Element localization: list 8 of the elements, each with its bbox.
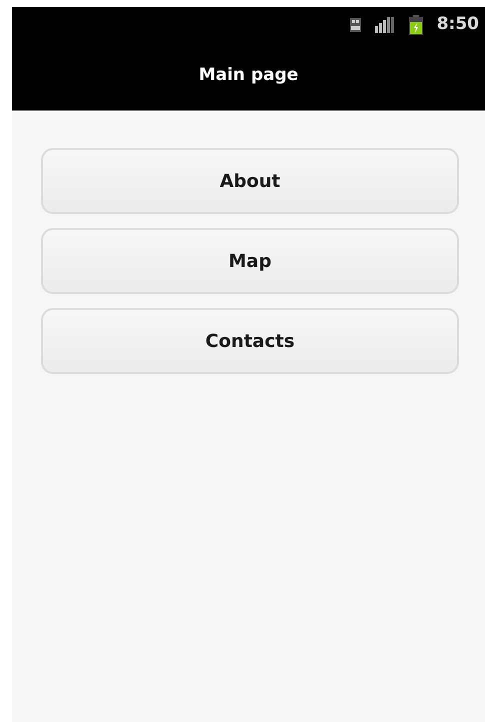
menu-button[interactable]: Map (41, 228, 459, 294)
menu-button[interactable]: About (41, 148, 459, 214)
battery-icon (408, 14, 423, 34)
network-icon (350, 18, 361, 32)
menu-button[interactable]: Contacts (41, 308, 459, 374)
page-title: Main page (198, 64, 298, 87)
signal-icon (374, 16, 395, 32)
status-time: 8:50 (436, 12, 479, 36)
